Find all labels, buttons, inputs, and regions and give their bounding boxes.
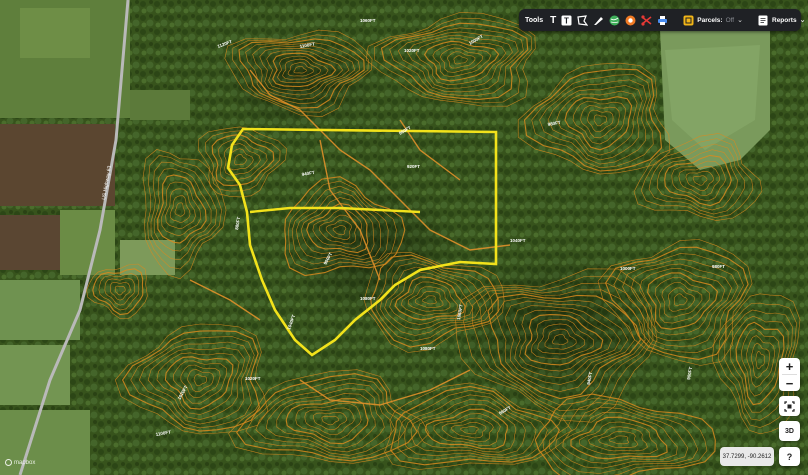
zoom-controls: + − <box>779 358 800 391</box>
contour-label: 1080FT <box>420 346 436 351</box>
record-icon[interactable] <box>625 14 636 26</box>
reports-menu[interactable]: Reports ⌄ <box>757 14 805 26</box>
contour-label: 1080FT <box>360 296 376 301</box>
parcels-state: Off <box>725 16 735 24</box>
parcels-toggle[interactable]: Parcels: Off ⌄ <box>682 14 743 26</box>
reports-icon <box>757 14 769 26</box>
globe-icon[interactable] <box>609 14 620 26</box>
parcels-icon <box>682 14 694 26</box>
parcels-label: Parcels: <box>697 16 723 24</box>
svg-text:T: T <box>564 16 569 25</box>
contour-label: 1020FT <box>404 48 420 53</box>
contour-label: 1020FT <box>245 376 261 381</box>
coordinates-readout: 37.7299, -90.2612 <box>720 447 774 466</box>
scissors-icon[interactable] <box>641 14 652 26</box>
pen-icon[interactable] <box>593 14 604 26</box>
tools-label: Tools <box>525 16 544 24</box>
locate-icon <box>784 400 795 412</box>
contour-label: 1000FT <box>620 266 636 271</box>
polygon-icon[interactable] <box>577 14 589 26</box>
help-button[interactable]: ? <box>779 447 800 466</box>
map-toolbar: Tools T T Parcels: Off ⌄ Reports ⌄ <box>519 9 805 31</box>
zoom-in-button[interactable]: + <box>779 358 800 374</box>
mapbox-logo-icon <box>5 459 12 466</box>
map-canvas[interactable]: US Highway 63 1120FT 1100FT1060FT1020FT10… <box>0 0 808 475</box>
text-box-icon[interactable]: T <box>561 14 572 26</box>
3d-toggle-button[interactable]: 3D <box>779 421 800 441</box>
contour-label: 1040FT <box>510 238 526 243</box>
contour-label: 1060FT <box>360 18 376 23</box>
locate-button[interactable] <box>779 396 800 416</box>
chevron-down-icon: ⌄ <box>799 17 806 24</box>
reports-label: Reports <box>772 16 797 24</box>
attribution-text: mapbox <box>14 459 36 466</box>
contour-label: 980FT <box>712 264 725 269</box>
chevron-down-icon: ⌄ <box>737 17 743 24</box>
text-icon[interactable]: T <box>550 14 556 26</box>
print-icon[interactable] <box>657 14 668 26</box>
contour-label: 920FT <box>407 164 420 169</box>
zoom-out-button[interactable]: − <box>779 375 800 391</box>
mapbox-attribution[interactable]: mapbox <box>5 459 35 466</box>
